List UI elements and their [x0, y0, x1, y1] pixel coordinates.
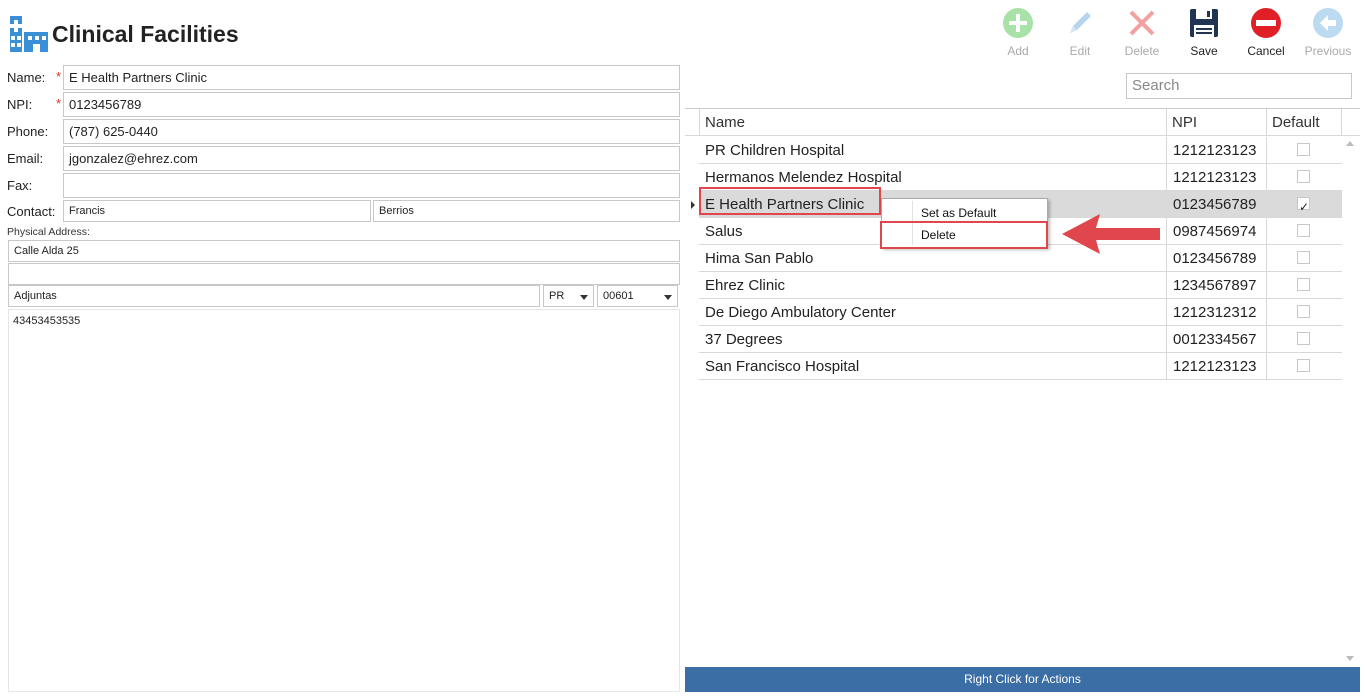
highlight-selected-row: [699, 187, 881, 215]
hospital-building-icon: [8, 14, 50, 54]
column-header-default[interactable]: Default: [1266, 109, 1342, 136]
previous-label: Previous: [1304, 44, 1352, 58]
address-line1-field[interactable]: Calle Alda 25: [8, 240, 680, 262]
close-x-icon: [1125, 6, 1159, 40]
phone-label: Phone:: [7, 124, 49, 139]
minus-circle-icon: [1249, 6, 1283, 40]
fax-label: Fax:: [7, 178, 33, 193]
grid-header: Name NPI Default: [685, 109, 1360, 136]
highlight-delete-item: [880, 221, 1048, 249]
cell-npi: 0123456789: [1166, 191, 1266, 218]
scroll-up-icon[interactable]: [1346, 141, 1354, 146]
default-checkbox[interactable]: [1297, 359, 1310, 372]
npi-required-mark: *: [56, 96, 62, 111]
contact-first-name-field[interactable]: Francis: [63, 200, 371, 222]
arrow-left-pointer-icon: [1060, 212, 1164, 261]
npi-label: NPI:: [7, 97, 33, 112]
zip-value: 00601: [603, 290, 634, 302]
cell-name: Ehrez Clinic: [705, 277, 786, 294]
cell-default: [1266, 164, 1342, 191]
cell-npi: 0012334567: [1166, 326, 1266, 353]
fax-field[interactable]: [63, 173, 680, 198]
cell-npi: 0123456789: [1166, 245, 1266, 272]
name-field[interactable]: E Health Partners Clinic: [63, 65, 680, 90]
add-icon: [1001, 6, 1035, 40]
city-field[interactable]: Adjuntas: [8, 285, 540, 307]
chevron-down-icon: [664, 295, 672, 300]
search-input[interactable]: Search: [1126, 73, 1352, 99]
cell-name: De Diego Ambulatory Center: [705, 304, 896, 321]
cell-default: [1266, 272, 1342, 299]
zip-select[interactable]: 00601: [597, 285, 678, 307]
table-row[interactable]: Ehrez Clinic 1234567897: [699, 272, 1342, 299]
cell-default: [1266, 218, 1342, 245]
state-select[interactable]: PR: [543, 285, 594, 307]
column-header-name[interactable]: Name: [699, 109, 1166, 136]
cell-default: [1266, 137, 1342, 164]
page-title: Clinical Facilities: [52, 20, 239, 47]
column-header-npi[interactable]: NPI: [1166, 109, 1266, 136]
add-label: Add: [1007, 44, 1029, 58]
default-checkbox[interactable]: [1297, 170, 1310, 183]
page-header: Clinical Facilities: [8, 14, 239, 54]
cell-name: 37 Degrees: [705, 331, 783, 348]
cell-npi: 1212312312: [1166, 299, 1266, 326]
previous-button[interactable]: Previous: [1299, 6, 1357, 60]
row-indicator-icon: [691, 201, 695, 209]
cell-default: [1266, 191, 1342, 221]
save-label: Save: [1190, 44, 1218, 58]
edit-button[interactable]: Edit: [1051, 6, 1109, 60]
save-button[interactable]: Save: [1175, 6, 1233, 60]
table-row[interactable]: 37 Degrees 0012334567: [699, 326, 1342, 353]
cell-name: San Francisco Hospital: [705, 358, 860, 375]
delete-label: Delete: [1124, 44, 1160, 58]
chevron-down-icon: [580, 295, 588, 300]
default-checkbox[interactable]: [1297, 224, 1310, 237]
contact-label: Contact:: [7, 204, 56, 219]
cell-default: [1266, 299, 1342, 326]
default-checkbox[interactable]: [1297, 143, 1310, 156]
address-line2-field[interactable]: [8, 263, 680, 285]
status-bar: Right Click for Actions: [685, 667, 1360, 692]
pencil-icon: [1063, 6, 1097, 40]
add-button[interactable]: Add: [989, 6, 1047, 60]
cell-npi: 1212123123: [1166, 164, 1266, 191]
floppy-disk-icon: [1187, 6, 1221, 40]
cell-npi: 1212123123: [1166, 137, 1266, 164]
phone-field[interactable]: (787) 625-0440: [63, 119, 680, 144]
table-row[interactable]: De Diego Ambulatory Center 1212312312: [699, 299, 1342, 326]
email-field[interactable]: jgonzalez@ehrez.com: [63, 146, 680, 171]
contact-last-name-field[interactable]: Berrios: [373, 200, 680, 222]
toolbar: Add Edit Delete Save Cancel Previous: [985, 6, 1357, 60]
cell-name: PR Children Hospital: [705, 142, 845, 159]
state-value: PR: [549, 290, 565, 302]
table-row[interactable]: Hima San Pablo 0123456789: [699, 245, 1342, 272]
edit-label: Edit: [1069, 44, 1091, 58]
notes-textarea[interactable]: 43453453535: [8, 309, 680, 692]
cell-npi: 1212123123: [1166, 353, 1266, 380]
cancel-button[interactable]: Cancel: [1237, 6, 1295, 60]
cell-npi: 0987456974: [1166, 218, 1266, 245]
table-row[interactable]: PR Children Hospital 1212123123: [699, 137, 1342, 164]
delete-button[interactable]: Delete: [1113, 6, 1171, 60]
grid-scrollbar[interactable]: [1343, 136, 1358, 666]
cell-default: [1266, 326, 1342, 353]
physical-address-label: Physical Address:: [7, 226, 90, 238]
default-checkbox[interactable]: [1297, 278, 1310, 291]
scroll-down-icon[interactable]: [1346, 656, 1354, 661]
cell-default: [1266, 353, 1342, 380]
name-label: Name:: [7, 70, 46, 85]
default-checkbox[interactable]: [1297, 332, 1310, 345]
cell-npi: 1234567897: [1166, 272, 1266, 299]
table-row[interactable]: San Francisco Hospital 1212123123: [699, 353, 1342, 380]
default-checkbox[interactable]: [1297, 251, 1310, 264]
name-required-mark: *: [56, 69, 62, 84]
default-checkbox-checked[interactable]: [1297, 194, 1310, 221]
default-checkbox[interactable]: [1297, 305, 1310, 318]
arrow-left-icon: [1311, 6, 1345, 40]
email-label: Email:: [7, 151, 44, 166]
cancel-label: Cancel: [1247, 44, 1285, 58]
cell-default: [1266, 245, 1342, 272]
npi-field[interactable]: 0123456789: [63, 92, 680, 117]
